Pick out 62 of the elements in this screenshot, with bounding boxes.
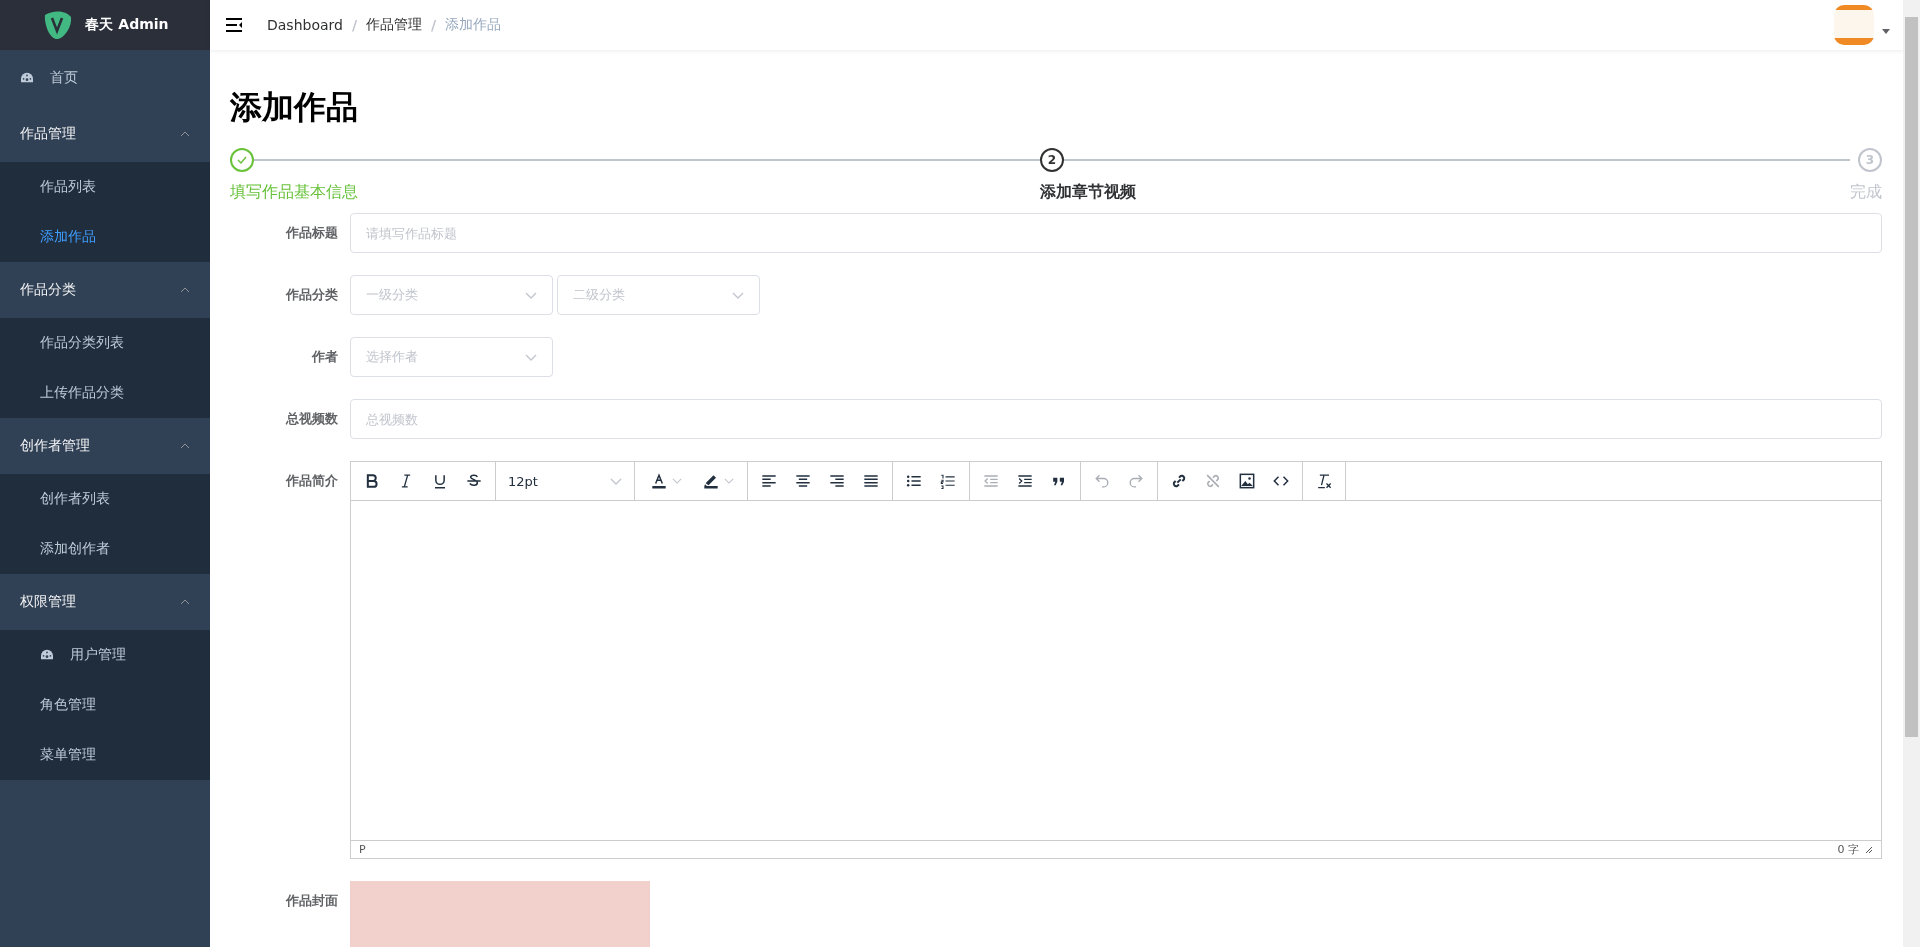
menu-item[interactable]: 上传作品分类 bbox=[0, 368, 210, 418]
menu-item[interactable]: 添加创作者 bbox=[0, 524, 210, 574]
menu-group-label: 作品分类 bbox=[20, 281, 76, 299]
chevron-up-icon bbox=[180, 287, 190, 293]
scrollbar[interactable] bbox=[1903, 0, 1920, 947]
menu-item-label: 菜单管理 bbox=[40, 746, 96, 764]
rich-text-editor[interactable]: 12pt P 0 字 bbox=[350, 461, 1882, 859]
menu-item-label: 作品分类列表 bbox=[40, 334, 124, 352]
form-label: 作品简介 bbox=[284, 472, 339, 490]
menu-item[interactable]: 用户管理 bbox=[0, 630, 210, 680]
font-size-select[interactable]: 12pt bbox=[500, 466, 630, 496]
menu-item[interactable]: 作品分类列表 bbox=[0, 318, 210, 368]
step-label: 完成 bbox=[1850, 181, 1882, 203]
breadcrumb-link[interactable]: Dashboard bbox=[267, 17, 343, 33]
menu-item[interactable]: 作品列表 bbox=[0, 162, 210, 212]
chevron-up-icon bbox=[180, 599, 190, 605]
chevron-down-icon bbox=[610, 477, 622, 485]
page-title: 添加作品 bbox=[230, 87, 359, 128]
form-label: 作者 bbox=[310, 348, 339, 366]
app-title: 春天 Admin bbox=[85, 16, 169, 34]
step-label: 填写作品基本信息 bbox=[230, 181, 359, 203]
check-icon bbox=[236, 154, 248, 166]
chevron-down-icon bbox=[525, 291, 537, 299]
form-label: 作品封面 bbox=[284, 892, 339, 910]
menu-item-label: 用户管理 bbox=[70, 646, 126, 664]
step-marker: 3 bbox=[1858, 148, 1882, 172]
menu-item-label: 添加作品 bbox=[40, 228, 96, 246]
text-input[interactable]: 请填写作品标题 bbox=[350, 213, 1882, 253]
image-icon bbox=[1237, 471, 1257, 491]
dashboard-icon bbox=[20, 72, 34, 84]
form-label: 作品标题 bbox=[284, 224, 339, 242]
menu-group-label: 权限管理 bbox=[20, 593, 76, 611]
menu-item[interactable]: 菜单管理 bbox=[0, 730, 210, 780]
menu-item-label: 上传作品分类 bbox=[40, 384, 124, 402]
menu-group-label: 创作者管理 bbox=[20, 437, 90, 455]
element-path: P bbox=[359, 843, 366, 856]
menu-item[interactable]: 创作者列表 bbox=[0, 474, 210, 524]
text-input[interactable]: 总视频数 bbox=[350, 399, 1882, 439]
menu-item-label: 添加创作者 bbox=[40, 540, 110, 558]
chevron-down-icon bbox=[732, 291, 744, 299]
resize-handle-icon[interactable] bbox=[1865, 845, 1873, 854]
breadcrumb-separator: / bbox=[351, 17, 358, 33]
menu-item-label: 首页 bbox=[50, 69, 78, 87]
menu-item[interactable]: 添加作品 bbox=[0, 212, 210, 262]
menu-item-label: 角色管理 bbox=[40, 696, 96, 714]
menu-icon[interactable] bbox=[225, 17, 243, 33]
chevron-up-icon bbox=[180, 443, 190, 449]
breadcrumb-separator: / bbox=[431, 17, 437, 33]
word-count: 0 字 bbox=[1837, 842, 1859, 857]
dashboard-icon bbox=[40, 649, 54, 661]
menu-item-label: 作品列表 bbox=[40, 178, 96, 196]
menu-item[interactable]: 角色管理 bbox=[0, 680, 210, 730]
breadcrumb-link[interactable]: 作品管理 bbox=[366, 16, 423, 34]
step-label: 添加章节视频 bbox=[1040, 181, 1137, 203]
form-label: 总视频数 bbox=[284, 410, 339, 428]
caret-icon[interactable] bbox=[1882, 28, 1890, 34]
menu-item-label: 创作者列表 bbox=[40, 490, 110, 508]
menu-group-label: 作品管理 bbox=[20, 125, 76, 143]
chevron-down-icon bbox=[525, 353, 537, 361]
form-label: 作品分类 bbox=[284, 286, 339, 304]
chevron-up-icon bbox=[180, 131, 190, 137]
step-marker: 2 bbox=[1040, 148, 1064, 172]
